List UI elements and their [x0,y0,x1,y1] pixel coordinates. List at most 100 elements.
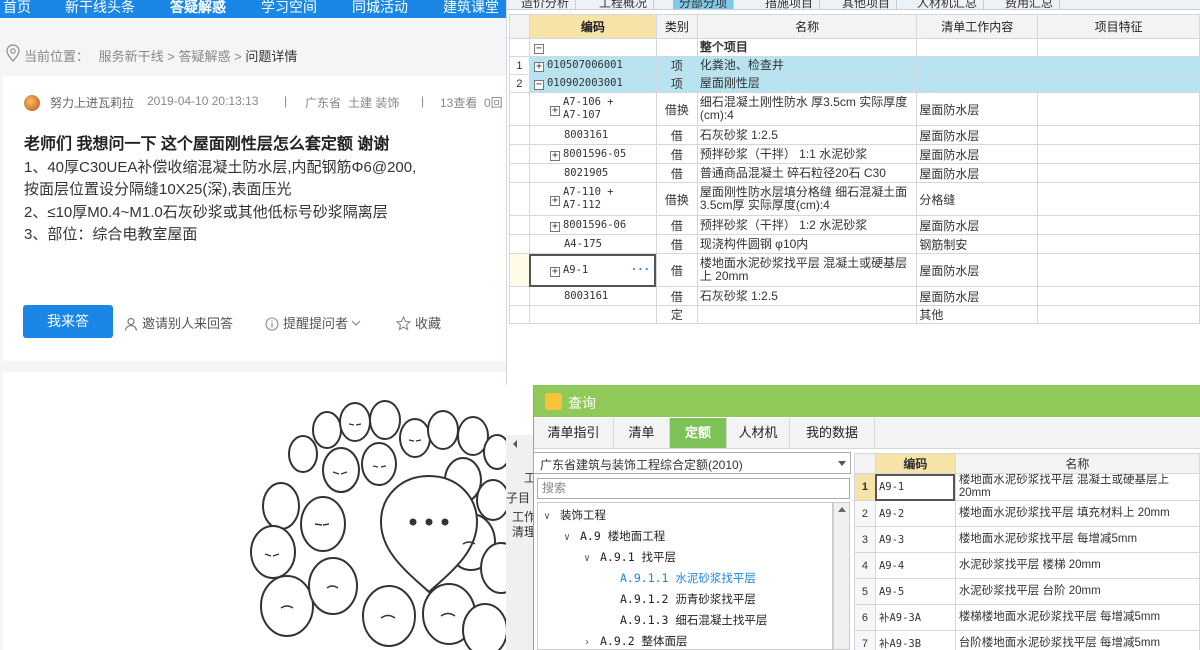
name-cell[interactable]: 石灰砂浆 1:2.5 [696,286,918,306]
row-number-cell[interactable] [509,234,530,254]
code-cell[interactable]: 8003161 [528,125,657,145]
chevron-down-icon[interactable]: ∨ [564,532,574,543]
remind-asker-action[interactable]: 提醒提问者 [265,313,365,332]
dialog-titlebar[interactable]: 查询 [534,385,1200,417]
code-cell[interactable]: 8021905 [528,163,657,183]
tab-other-items[interactable]: 其他项目 [836,0,898,9]
work-cell[interactable]: 分格缝 [916,182,1039,216]
expand-icon[interactable]: + [549,196,560,206]
bill-row[interactable]: +8001596-05 借预拌砂浆（干拌） 1:1 水泥砂浆 屋面防水层 [509,144,1200,164]
tab-fee-summary[interactable]: 费用汇总 [999,0,1061,9]
result-code-cell[interactable]: A9-2 [874,500,956,527]
result-row[interactable]: 4 A9-4 水泥砂浆找平层 楼梯 20mm [854,552,1200,579]
type-cell[interactable]: 借 [655,286,698,306]
tab-quota[interactable]: 定额 [670,418,727,448]
type-cell[interactable]: 项 [655,56,698,75]
work-cell[interactable]: 屋面防水层 [916,92,1039,126]
name-cell[interactable]: 预拌砂浆（干拌） 1:1 水泥砂浆 [696,144,918,164]
tree-node[interactable]: A.9.1.1 水泥砂浆找平层 [620,570,756,586]
feature-cell[interactable] [1037,305,1200,324]
result-rownum-cell[interactable]: 1 [854,473,876,501]
result-name-cell[interactable]: 楼地面水泥砂浆找平层 填充材料上 20mm [954,500,1200,527]
result-name-cell[interactable]: 台阶楼地面水泥砂浆找平层 每增减5mm [954,630,1200,650]
result-rownum-cell[interactable]: 7 [854,630,876,650]
tab-lmm-summary[interactable]: 人材机汇总 [911,0,985,9]
type-cell[interactable]: 借 [655,125,698,145]
feature-cell[interactable] [1037,92,1200,126]
type-cell[interactable]: 借 [655,234,698,254]
nav-headlines[interactable]: 新干线头条 [65,0,135,17]
type-cell[interactable]: 定 [655,305,698,324]
work-cell[interactable]: 屋面防水层 [916,144,1039,164]
avatar[interactable] [24,95,40,111]
collapse-icon[interactable]: − [533,44,544,54]
tab-project-overview[interactable]: 工程概况 [593,0,655,9]
row-number-cell[interactable] [509,92,530,126]
bill-row[interactable]: 8003161 借石灰砂浆 1:2.5 屋面防水层 [509,286,1200,306]
result-row[interactable]: 1 A9-1 楼地面水泥砂浆找平层 混凝土或硬基层上 20mm [854,473,1200,501]
code-cell[interactable]: + A9-1 ··· [528,253,657,287]
name-cell[interactable]: 普通商品混凝土 碎石粒径20石 C30 [696,163,918,183]
row-number-cell[interactable] [509,144,530,164]
name-cell[interactable] [696,305,918,324]
row-number-cell[interactable] [509,125,530,145]
type-cell[interactable]: 项 [655,74,698,93]
breadcrumb-link-service[interactable]: 服务新干线 [99,49,164,64]
code-cell[interactable]: 8003161 [528,286,657,306]
result-rownum-cell[interactable]: 2 [854,500,876,527]
code-cell[interactable]: +8001596-06 [528,215,657,235]
row-number-cell[interactable] [509,286,530,306]
code-cell[interactable]: −010902003001 [528,74,657,93]
row-number-cell[interactable] [509,305,530,324]
collapse-icon[interactable]: − [533,80,544,90]
result-code-cell[interactable]: 补A9-3A [874,604,956,631]
result-name-cell[interactable]: 水泥砂浆找平层 楼梯 20mm [954,552,1200,579]
result-name-cell[interactable]: 楼地面水泥砂浆找平层 每增减5mm [954,526,1200,553]
row-number-cell[interactable] [509,38,530,57]
name-cell[interactable]: 屋面刚性层 [696,74,918,93]
feature-cell[interactable] [1037,56,1200,75]
work-cell[interactable]: 屋面防水层 [916,163,1039,183]
tab-cost-analysis[interactable]: 造价分析 [515,0,577,9]
work-cell[interactable]: 钢筋制安 [916,234,1039,254]
result-code-header[interactable]: 编码 [874,453,956,474]
feature-cell[interactable] [1037,234,1200,254]
name-cell[interactable]: 化粪池、检查井 [696,56,918,75]
code-cell[interactable]: +A7-106 + A7-107 [528,92,657,126]
quota-library-select[interactable]: 广东省建筑与装饰工程综合定额(2010) [533,452,851,474]
work-cell[interactable]: 屋面防水层 [916,253,1039,287]
type-cell[interactable]: 借换 [655,92,698,126]
author-name[interactable]: 努力上进瓦莉拉 [50,94,134,111]
work-cell[interactable] [916,38,1039,57]
code-cell[interactable]: +8001596-05 [528,144,657,164]
bill-row[interactable]: 1 +010507006001 项化粪池、检查井 [509,56,1200,75]
type-cell[interactable]: 借 [655,163,698,183]
tree-node[interactable]: ∨ A.9 楼地面工程 [564,528,665,544]
result-row[interactable]: 3 A9-3 楼地面水泥砂浆找平层 每增减5mm [854,526,1200,553]
result-row[interactable]: 2 A9-2 楼地面水泥砂浆找平层 填充材料上 20mm [854,500,1200,527]
code-cell[interactable]: +010507006001 [528,56,657,75]
tab-lmm[interactable]: 人材机 [727,418,790,448]
bill-row[interactable]: +A7-106 + A7-107 借换 细石混凝土刚性防水 厚3.5cm 实际厚度(… [509,92,1200,126]
expand-icon[interactable]: + [549,221,560,232]
row-number-cell[interactable] [509,163,530,183]
feature-cell[interactable] [1037,286,1200,306]
name-cell[interactable]: 整个项目 [696,38,918,57]
bill-row[interactable]: 定 其他 [509,305,1200,324]
tab-bill[interactable]: 清单 [614,418,670,448]
chevron-down-icon[interactable]: ∨ [544,511,554,522]
work-cell[interactable] [916,56,1039,75]
result-name-cell[interactable]: 楼地面水泥砂浆找平层 混凝土或硬基层上 20mm [954,473,1200,501]
name-cell[interactable]: 石灰砂浆 1:2.5 [696,125,918,145]
work-cell[interactable] [916,74,1039,93]
bill-row[interactable]: +A7-110 + A7-112 借换 屋面刚性防水层填分格缝 细石混凝土面3.5c… [509,182,1200,216]
type-cell[interactable] [655,38,698,57]
name-cell[interactable]: 现浇构件圆钢 φ10内 [696,234,918,254]
bill-row[interactable]: − 整个项目 [509,38,1200,57]
result-code-cell[interactable]: A9-5 [874,578,956,605]
result-name-cell[interactable]: 楼梯楼地面水泥砂浆找平层 每增减5mm [954,604,1200,631]
row-number-cell[interactable] [509,253,530,287]
result-rownum-cell[interactable]: 3 [854,526,876,553]
expand-icon[interactable]: + [549,150,560,161]
result-rownum-cell[interactable]: 4 [854,552,876,579]
